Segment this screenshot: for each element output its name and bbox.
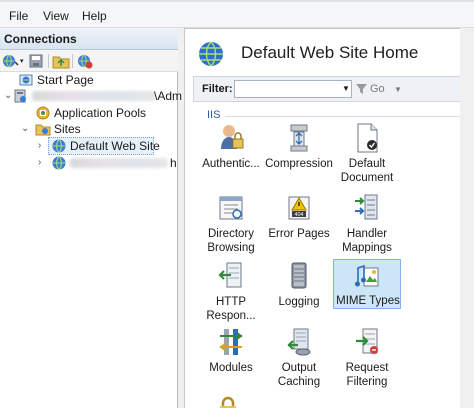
- modules-icon: [219, 329, 243, 355]
- tree-item-application-pools[interactable]: Application Pools: [0, 105, 178, 121]
- compression-icon: [290, 124, 308, 152]
- feature-label: Compression: [265, 158, 333, 170]
- funnel-icon: [356, 84, 367, 94]
- feature-modules[interactable]: Modules: [197, 327, 265, 375]
- filter-input[interactable]: [234, 80, 352, 98]
- feature-handler-mappings[interactable]: Handler Mappings: [333, 193, 401, 255]
- menu-bar: File View Help: [0, 0, 474, 28]
- filter-label: Filter:: [202, 83, 233, 95]
- go-dropdown-icon[interactable]: ▼: [394, 85, 402, 94]
- svg-text:404: 404: [294, 212, 303, 218]
- globe-icon: [52, 139, 66, 153]
- sites-folder-icon: [35, 124, 51, 136]
- server-icon: [14, 89, 26, 103]
- connections-tree: Start Page ⌄ \Adm Application Pools ⌄ Si…: [0, 72, 182, 408]
- expand-arrow-icon[interactable]: ›: [38, 141, 47, 151]
- tree-item-second-site[interactable]: › h: [0, 155, 178, 171]
- filter-dropdown-icon[interactable]: ▼: [342, 85, 350, 93]
- connections-toolbar: ▾: [0, 50, 178, 72]
- feature-label: Logging: [278, 296, 320, 308]
- feature-http-response-headers[interactable]: HTTP Respon...: [197, 261, 265, 323]
- start-page-icon: [19, 74, 33, 86]
- tree-item-sites[interactable]: ⌄ Sites: [0, 121, 178, 137]
- authentication-icon: [221, 125, 244, 149]
- window-edge: [460, 28, 474, 408]
- feature-label: Default Document: [340, 158, 394, 184]
- tree-label: Sites: [54, 122, 81, 136]
- redacted-server-name: [32, 91, 156, 101]
- menu-file[interactable]: File: [9, 9, 28, 23]
- logging-icon: [291, 262, 307, 289]
- connections-header: Connections: [0, 28, 178, 50]
- feature-default-document[interactable]: Default Document: [333, 123, 401, 199]
- filter-bar: Filter: ▼ Go ▼: [193, 76, 461, 102]
- go-label: Go: [370, 83, 385, 95]
- output-caching-icon: [287, 328, 311, 356]
- feature-request-filtering[interactable]: Request Filtering: [333, 327, 401, 389]
- main-panel: Default Web Site Home Filter: ▼ Go ▼ IIS…: [184, 28, 461, 408]
- menu-help[interactable]: Help: [82, 9, 107, 23]
- up-folder-icon[interactable]: [52, 53, 70, 69]
- collapse-arrow-icon[interactable]: ⌄: [21, 124, 30, 134]
- save-icon[interactable]: [28, 53, 46, 69]
- feature-output-caching[interactable]: Output Caching: [265, 327, 333, 389]
- page-title: Default Web Site Home: [241, 43, 419, 62]
- connections-panel: Connections ▾ Start Page ⌄ \Adm Applicat…: [0, 28, 182, 408]
- connect-globe-icon[interactable]: [2, 53, 20, 69]
- http-response-icon: [218, 262, 242, 288]
- connect-dropdown-icon[interactable]: ▾: [20, 57, 24, 65]
- feature-compression[interactable]: Compression: [265, 123, 333, 185]
- error-pages-icon: 404: [288, 196, 310, 220]
- application-pools-icon: [36, 106, 50, 120]
- redacted-site-name: [70, 158, 168, 168]
- globe-icon: [52, 156, 66, 170]
- handler-mappings-icon: [355, 194, 378, 220]
- feature-label: Error Pages: [268, 228, 330, 240]
- tree-label: Start Page: [37, 73, 94, 87]
- request-filtering-icon: [356, 328, 378, 354]
- feature-label: MIME Types: [336, 295, 400, 307]
- feature-logging[interactable]: Logging: [265, 261, 333, 323]
- tree-label: h: [170, 156, 177, 170]
- tree-label: Default Web Site: [70, 139, 160, 153]
- tree-label: \Adm: [154, 89, 183, 103]
- directory-browsing-icon: [219, 196, 243, 220]
- feature-label: Modules: [209, 362, 253, 374]
- toolbar-separator: [48, 54, 49, 68]
- document-icon: [357, 123, 378, 153]
- lock-icon[interactable]: [217, 395, 239, 408]
- tree-item-default-web-site[interactable]: › Default Web Site: [0, 137, 178, 155]
- feature-label: Request Filtering: [345, 362, 389, 388]
- expand-arrow-icon[interactable]: ›: [38, 158, 47, 168]
- menu-view[interactable]: View: [43, 9, 69, 23]
- feature-label: Handler Mappings: [342, 228, 392, 254]
- title-bar-edge: [0, 0, 474, 2]
- section-label: IIS: [207, 109, 221, 121]
- mime-types-icon: [355, 264, 379, 287]
- feature-label: Output Caching: [277, 362, 321, 388]
- feature-authentication[interactable]: Authentic...: [197, 123, 265, 185]
- toolbar-separator: [72, 54, 73, 68]
- feature-label: HTTP Respon...: [206, 296, 256, 322]
- tree-item-start-page[interactable]: Start Page: [0, 72, 178, 88]
- feature-label: Directory Browsing: [207, 228, 255, 254]
- go-button[interactable]: Go: [356, 82, 385, 96]
- globe-icon: [199, 41, 223, 67]
- feature-error-pages[interactable]: 404 Error Pages: [265, 193, 333, 255]
- feature-mime-types[interactable]: MIME Types: [333, 259, 401, 309]
- disconnect-icon[interactable]: [76, 53, 94, 69]
- tree-item-server[interactable]: ⌄ \Adm: [0, 88, 182, 104]
- section-divider: [225, 116, 461, 117]
- tree-label: Application Pools: [54, 106, 147, 120]
- feature-label: Authentic...: [202, 158, 260, 170]
- feature-directory-browsing[interactable]: Directory Browsing: [197, 193, 265, 255]
